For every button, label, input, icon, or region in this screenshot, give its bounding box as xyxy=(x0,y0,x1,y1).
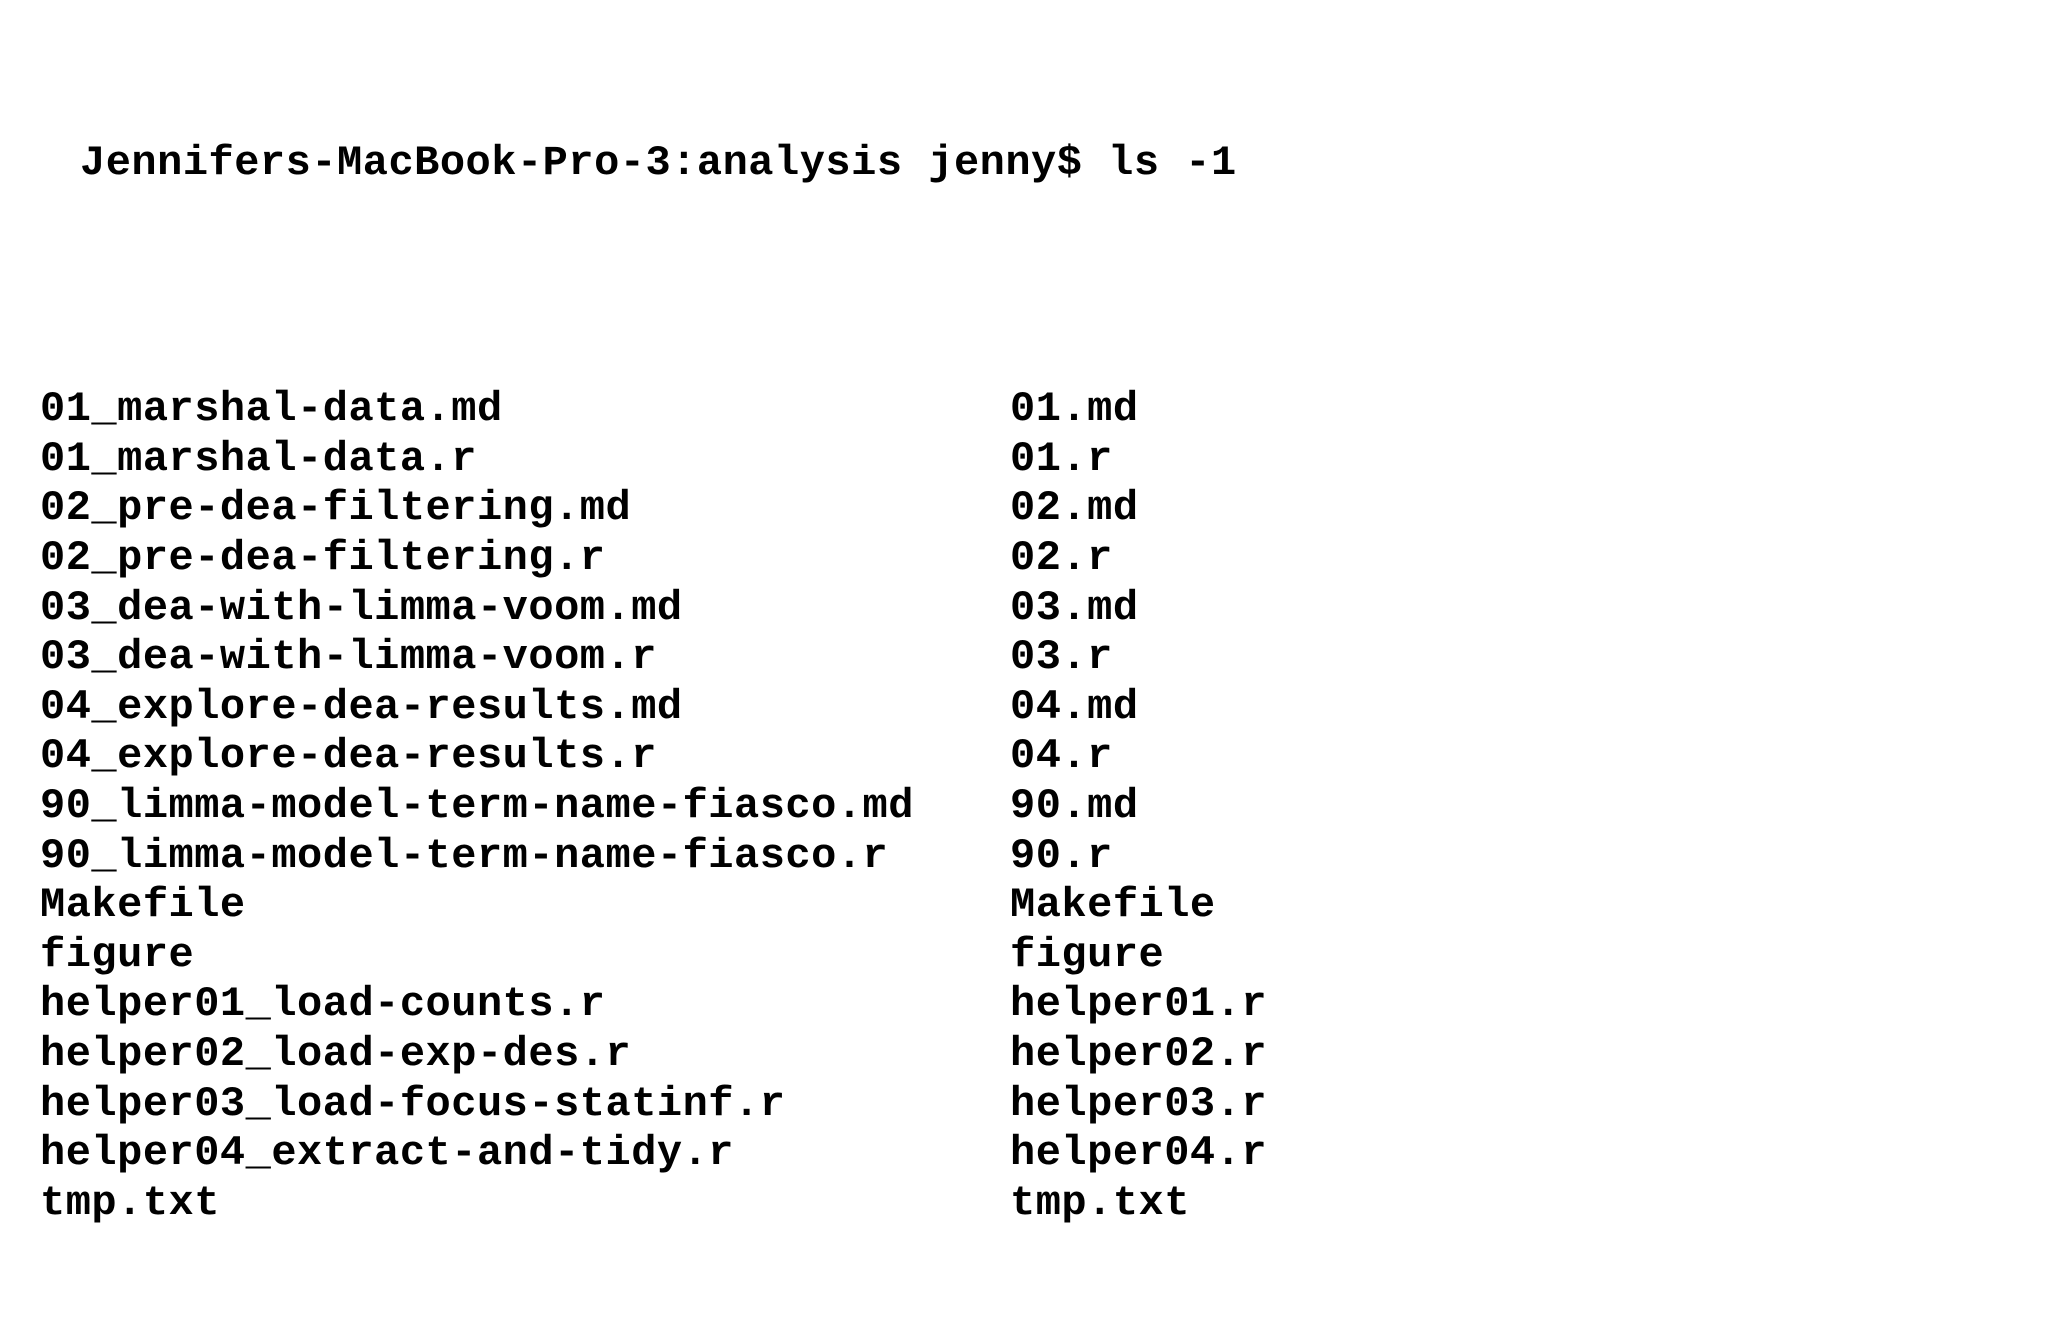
file-entry: helper02_load-exp-des.r xyxy=(40,1030,1010,1080)
file-entry: helper03.r xyxy=(1010,1080,1610,1130)
file-entry: 01_marshal-data.r xyxy=(40,435,1010,485)
file-entry: Makefile xyxy=(1010,881,1610,931)
ls-column-left: 01_marshal-data.md 01_marshal-data.r 02_… xyxy=(40,385,1010,1228)
ls-column-right: 01.md 01.r 02.md 02.r 03.md 03.r 04.md 0… xyxy=(1010,385,1610,1228)
file-entry: 03.md xyxy=(1010,584,1610,634)
file-entry: 03.r xyxy=(1010,633,1610,683)
file-entry: 04_explore-dea-results.r xyxy=(40,732,1010,782)
file-entry: helper04.r xyxy=(1010,1129,1610,1179)
file-entry: 04_explore-dea-results.md xyxy=(40,683,1010,733)
file-entry: tmp.txt xyxy=(1010,1179,1610,1229)
file-entry: 02_pre-dea-filtering.md xyxy=(40,484,1010,534)
file-entry: 03_dea-with-limma-voom.r xyxy=(40,633,1010,683)
file-entry: 90_limma-model-term-name-fiasco.r xyxy=(40,832,1010,882)
file-entry: 03_dea-with-limma-voom.md xyxy=(40,584,1010,634)
ls-output-columns: 01_marshal-data.md 01_marshal-data.r 02_… xyxy=(40,385,2016,1228)
file-entry: 02.r xyxy=(1010,534,1610,584)
file-entry: 02_pre-dea-filtering.r xyxy=(40,534,1010,584)
file-entry: helper03_load-focus-statinf.r xyxy=(40,1080,1010,1130)
file-entry: figure xyxy=(1010,931,1610,981)
file-entry: tmp.txt xyxy=(40,1179,1010,1229)
file-entry: Makefile xyxy=(40,881,1010,931)
file-entry: 01.r xyxy=(1010,435,1610,485)
file-entry: 90.r xyxy=(1010,832,1610,882)
file-entry: helper01.r xyxy=(1010,980,1610,1030)
file-entry: 01.md xyxy=(1010,385,1610,435)
file-entry: 90.md xyxy=(1010,782,1610,832)
terminal-output: Jennifers-MacBook-Pro-3:analysis jenny$ … xyxy=(0,0,2056,1318)
file-entry: 04.md xyxy=(1010,683,1610,733)
file-entry: helper01_load-counts.r xyxy=(40,980,1010,1030)
file-entry: 01_marshal-data.md xyxy=(40,385,1010,435)
file-entry: helper02.r xyxy=(1010,1030,1610,1080)
file-entry: 04.r xyxy=(1010,732,1610,782)
file-entry: helper04_extract-and-tidy.r xyxy=(40,1129,1010,1179)
file-entry: figure xyxy=(40,931,1010,981)
file-entry: 02.md xyxy=(1010,484,1610,534)
file-entry: 90_limma-model-term-name-fiasco.md xyxy=(40,782,1010,832)
shell-prompt-line: Jennifers-MacBook-Pro-3:analysis jenny$ … xyxy=(40,139,2016,189)
